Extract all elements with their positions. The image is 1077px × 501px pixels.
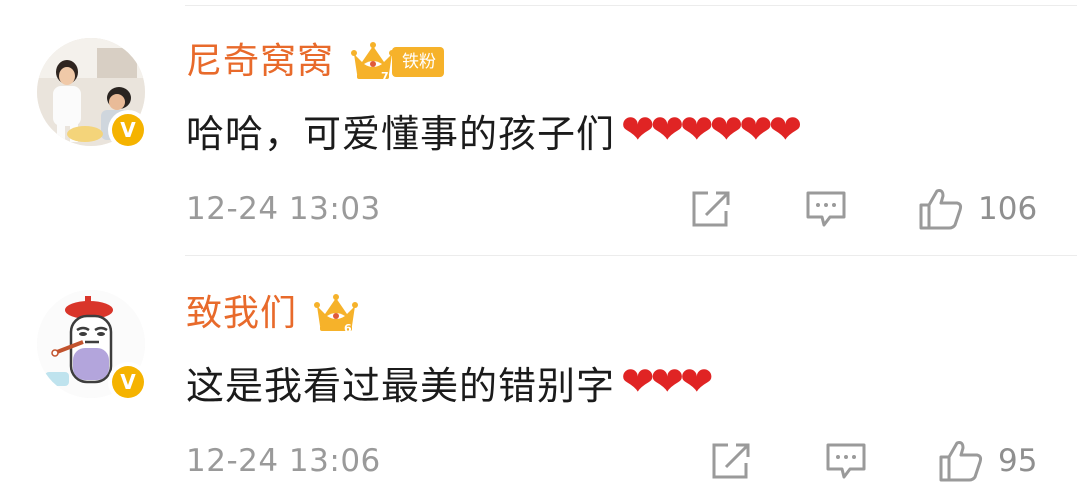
fan-badge[interactable]: 7 铁粉: [348, 40, 445, 84]
share-icon: [712, 443, 750, 479]
comment-body: 哈哈，可爱懂事的孩子们: [186, 111, 616, 156]
fan-tag: 铁粉: [392, 47, 445, 77]
like-count: 106: [978, 191, 1038, 227]
verified-badge: V: [108, 110, 148, 150]
like-count: 95: [998, 443, 1038, 479]
heart-emojis: ❤❤❤: [621, 359, 714, 405]
comment-icon: [826, 443, 866, 479]
fan-badge[interactable]: 6: [311, 292, 361, 336]
username[interactable]: 尼奇窝窝: [186, 38, 334, 86]
comment-item: V 尼奇窝窝 7 铁粉 哈哈，可爱懂事的孩子们 ❤❤❤❤❤❤ 12-24 13:…: [0, 0, 1077, 250]
comment-button[interactable]: [824, 440, 868, 482]
fan-level-text: 7: [381, 70, 389, 83]
like-button[interactable]: 95: [938, 436, 1037, 486]
comment-text: 这是我看过最美的错别字 ❤❤❤: [186, 354, 714, 410]
comment-list: V 尼奇窝窝 7 铁粉 哈哈，可爱懂事的孩子们 ❤❤❤❤❤❤ 12-24 13:…: [0, 0, 1077, 501]
comment-body: 这是我看过最美的错别字: [186, 363, 616, 408]
like-button[interactable]: 106: [918, 184, 1037, 234]
heart-emojis: ❤❤❤❤❤❤: [621, 107, 802, 153]
verified-icon: V: [112, 114, 144, 146]
name-row: 尼奇窝窝 7 铁粉: [186, 38, 445, 86]
thumbs-up-icon: [919, 189, 963, 230]
comment-item: V 致我们 6 这是我看过最美的错别字 ❤❤❤ 12-24 13:06 95: [0, 252, 1077, 501]
comment-button[interactable]: [804, 188, 848, 230]
timestamp: 12-24 13:03: [186, 191, 381, 227]
name-row: 致我们 6: [186, 290, 361, 338]
crown-icon: 6: [314, 294, 359, 335]
comment-meta: 12-24 13:03 106: [186, 184, 1056, 234]
verified-badge: V: [108, 362, 148, 402]
thumbs-up-icon: [939, 441, 983, 482]
timestamp: 12-24 13:06: [186, 443, 381, 479]
comment-icon: [806, 191, 846, 227]
comment-text: 哈哈，可爱懂事的孩子们 ❤❤❤❤❤❤: [186, 102, 802, 158]
fan-level-text: 6: [344, 322, 352, 335]
share-button[interactable]: [710, 440, 754, 482]
share-icon: [692, 191, 730, 227]
username[interactable]: 致我们: [186, 290, 297, 338]
verified-icon: V: [112, 366, 144, 398]
share-button[interactable]: [690, 188, 734, 230]
crown-icon: 7: [351, 42, 396, 83]
comment-meta: 12-24 13:06 95: [186, 436, 1056, 486]
